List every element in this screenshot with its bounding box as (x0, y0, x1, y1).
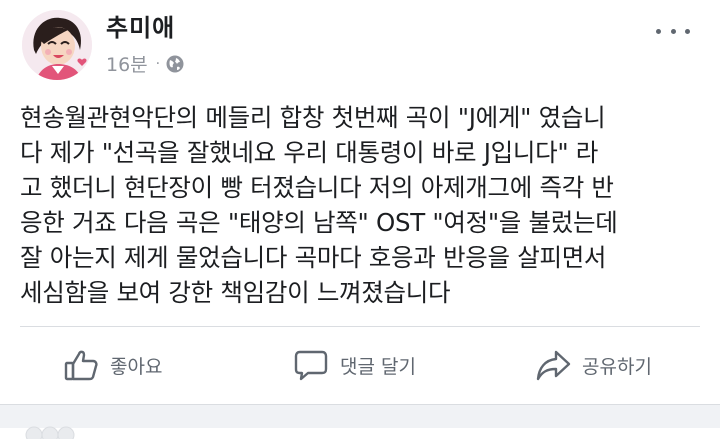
post-text-line: 응한 거죠 다음 곡은 "태양의 남쪽" OST "여정"을 불렀는데 (20, 208, 618, 237)
post-text-line: 다 제가 "선곡을 잘했네요 우리 대통령이 바로 J입니다" 라 (20, 138, 599, 167)
post-text-line: 세심함을 보여 강한 책임감이 느껴졌습니다 (20, 278, 451, 307)
globe-icon[interactable] (165, 54, 185, 74)
more-dot-icon (670, 28, 676, 34)
divider (20, 326, 700, 327)
post-time[interactable]: 16분 (106, 50, 148, 77)
avatar[interactable] (22, 10, 92, 80)
post-body: 현송월관현악단의 메들리 합창 첫번째 곡이 "J에게" 였습니 다 제가 "선… (20, 100, 710, 310)
action-bar: 좋아요 댓글 달기 공유하기 (0, 334, 720, 400)
post-text-line: 고 했더니 현단장이 빵 터졌습니다 저의 아제개그에 즉각 반 (20, 173, 614, 202)
comment-icon (294, 350, 328, 381)
post-text-line: 잘 아는지 제게 물었습니다 곡마다 호응과 반응을 살피면서 (20, 243, 607, 272)
comment-button[interactable]: 댓글 달기 (292, 344, 416, 386)
post-text-line: 현송월관현악단의 메들리 합창 첫번째 곡이 "J에게" 였습니 (20, 103, 606, 132)
reaction-icons-peek (25, 426, 75, 439)
share-button[interactable]: 공유하기 (534, 344, 652, 386)
post-header: 추미애 16분 · (0, 0, 720, 86)
share-label: 공유하기 (582, 355, 652, 378)
like-label: 좋아요 (110, 355, 163, 378)
feed-separator (0, 404, 720, 439)
more-dot-icon (685, 28, 690, 34)
meta-separator: · (155, 55, 161, 72)
more-dot-icon (656, 28, 661, 34)
like-button[interactable]: 좋아요 (62, 344, 162, 386)
share-arrow-icon (536, 350, 571, 381)
avatar-illustration (22, 10, 92, 80)
post-meta: 16분 · (106, 50, 185, 77)
author-name[interactable]: 추미애 (106, 8, 175, 43)
thumbs-up-icon (64, 350, 98, 381)
comment-label: 댓글 달기 (340, 355, 416, 378)
more-options-button[interactable] (656, 24, 690, 38)
